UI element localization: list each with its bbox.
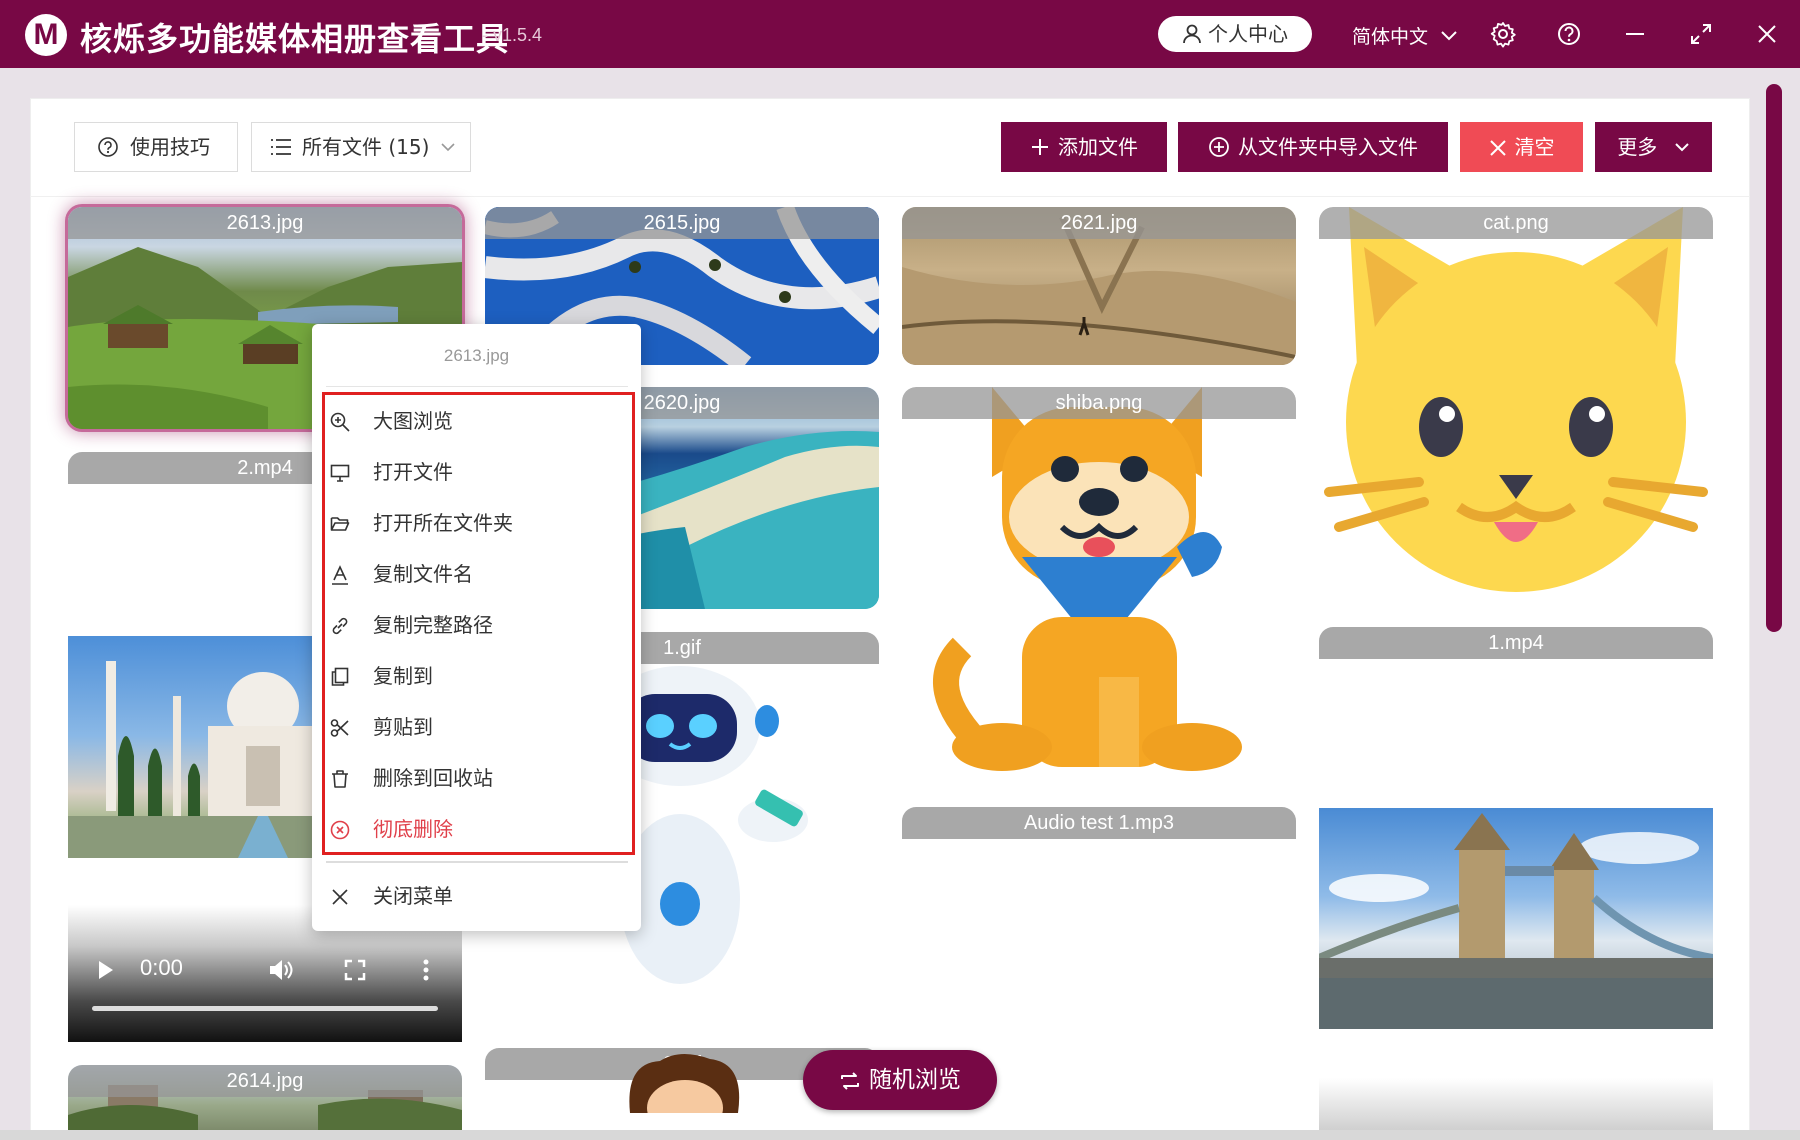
scrollbar-thumb[interactable] [1766, 84, 1782, 632]
context-menu: 2613.jpg 大图浏览 打开文件 打开所在文件夹 复制文件名 复制完整路径 … [312, 324, 641, 931]
chevron-down-icon [1674, 143, 1689, 152]
link-icon [332, 617, 348, 635]
copy-icon [331, 667, 349, 686]
more-label: 更多 [1617, 135, 1658, 159]
media-card-cat[interactable]: cat.png [1319, 207, 1713, 605]
thumbnail-image [933, 387, 1242, 771]
file-name-label: 2614.jpg [68, 1065, 462, 1097]
monitor-icon [330, 464, 350, 482]
menu-item-copy-name[interactable]: 复制文件名 [330, 558, 630, 590]
thumbnail-image [629, 1053, 740, 1113]
video-progress-bar[interactable] [92, 1006, 438, 1011]
file-name-label: 2615.jpg [485, 207, 879, 239]
add-file-label: 添加文件 [1058, 135, 1138, 159]
divider [326, 386, 628, 387]
profile-button[interactable]: 个人中心 [1158, 16, 1312, 52]
menu-item-copy-path[interactable]: 复制完整路径 [330, 609, 630, 641]
import-folder-label: 从文件夹中导入文件 [1238, 135, 1418, 159]
plus-circle-icon [1209, 137, 1229, 157]
add-file-button[interactable]: 添加文件 [1001, 122, 1167, 172]
menu-item-label: 删除到回收站 [373, 766, 493, 790]
menu-item-label: 复制文件名 [373, 562, 473, 586]
app-title: 核烁多功能媒体相册查看工具 [80, 20, 510, 58]
toolbar-divider [30, 196, 1750, 197]
app-version: - v1.5.4 [482, 25, 543, 45]
random-browse-label: 随机浏览 [869, 1067, 961, 1093]
divider [326, 861, 628, 863]
media-card-shiba[interactable]: shiba.png [902, 387, 1296, 785]
close-icon [332, 889, 348, 905]
media-card-partial[interactable] [1319, 1078, 1713, 1138]
tips-button[interactable]: 使用技巧 [74, 122, 238, 172]
help-icon [98, 137, 118, 157]
shuffle-icon [841, 1072, 859, 1090]
file-filter-label: 所有文件 (15) [302, 135, 430, 159]
menu-item-open-file[interactable]: 打开文件 [330, 456, 630, 488]
app-logo: M [25, 14, 67, 56]
menu-item-label: 大图浏览 [373, 409, 453, 433]
folder-open-icon [330, 517, 350, 531]
menu-item-label: 复制到 [373, 664, 433, 688]
file-name-label: cat.png [1319, 207, 1713, 239]
clear-label: 清空 [1514, 135, 1555, 159]
clear-button[interactable]: 清空 [1460, 122, 1583, 172]
language-select[interactable]: 简体中文 [1352, 22, 1458, 49]
close-icon [1489, 140, 1506, 156]
media-card-tower-bridge[interactable] [1319, 808, 1713, 1029]
menu-item-close-menu[interactable]: 关闭菜单 [330, 880, 630, 912]
menu-item-delete-permanently[interactable]: 彻底删除 [330, 813, 630, 845]
menu-item-recycle[interactable]: 删除到回收站 [330, 762, 630, 794]
title-bar: M 核烁多功能媒体相册查看工具 - v1.5.4 个人中心 简体中文 [0, 0, 1800, 68]
more-button[interactable]: 更多 [1595, 122, 1712, 172]
gear-icon[interactable] [1489, 20, 1517, 48]
file-name-label: 1.mp4 [1319, 627, 1713, 659]
language-label: 简体中文 [1352, 26, 1429, 48]
menu-item-copy-to[interactable]: 复制到 [330, 660, 630, 692]
help-icon[interactable] [1555, 20, 1583, 48]
menu-item-label: 剪贴到 [373, 715, 433, 739]
context-menu-title: 2613.jpg [443, 346, 510, 365]
tips-label: 使用技巧 [130, 135, 210, 159]
menu-item-cut-to[interactable]: 剪贴到 [330, 711, 630, 743]
file-name-label: shiba.png [902, 387, 1296, 419]
plus-icon [1032, 139, 1048, 155]
chevron-down-icon [441, 143, 455, 152]
file-name-label: 2621.jpg [902, 207, 1296, 239]
trash-icon [332, 770, 348, 788]
minimize-icon[interactable] [1621, 20, 1649, 48]
list-icon [271, 139, 291, 155]
menu-item-view-large[interactable]: 大图浏览 [330, 405, 630, 437]
menu-item-label: 关闭菜单 [373, 884, 453, 908]
media-card-2614[interactable]: 2614.jpg [68, 1065, 462, 1140]
volume-icon[interactable] [268, 958, 294, 982]
user-icon [1183, 24, 1201, 44]
import-folder-button[interactable]: 从文件夹中导入文件 [1178, 122, 1448, 172]
maximize-icon[interactable] [1687, 20, 1715, 48]
more-vertical-icon[interactable] [422, 958, 430, 982]
thumbnail-image [1324, 207, 1708, 592]
menu-item-open-folder[interactable]: 打开所在文件夹 [330, 507, 630, 539]
menu-item-label: 彻底删除 [373, 817, 453, 841]
file-name-label: Audio test 1.mp3 [902, 807, 1296, 839]
chevron-down-icon [1441, 31, 1457, 41]
thumbnail-image [1319, 813, 1713, 1029]
random-browse-button[interactable]: 随机浏览 [803, 1050, 997, 1110]
zoom-in-icon [330, 412, 350, 432]
play-icon[interactable] [96, 959, 116, 981]
menu-item-label: 打开所在文件夹 [373, 511, 513, 535]
profile-label: 个人中心 [1208, 22, 1288, 46]
text-icon [332, 565, 348, 585]
menu-item-label: 复制完整路径 [373, 613, 493, 637]
file-name-label: 2613.jpg [68, 207, 462, 239]
menu-item-label: 打开文件 [373, 460, 453, 484]
media-card-2621[interactable]: 2621.jpg [902, 207, 1296, 365]
window-bottom-edge [0, 1130, 1800, 1140]
file-filter-select[interactable]: 所有文件 (15) [251, 122, 471, 172]
fullscreen-icon[interactable] [344, 959, 366, 981]
video-time: 0:00 [140, 955, 183, 980]
scissors-icon [330, 719, 349, 737]
close-circle-icon [330, 820, 350, 840]
close-icon[interactable] [1753, 20, 1781, 48]
